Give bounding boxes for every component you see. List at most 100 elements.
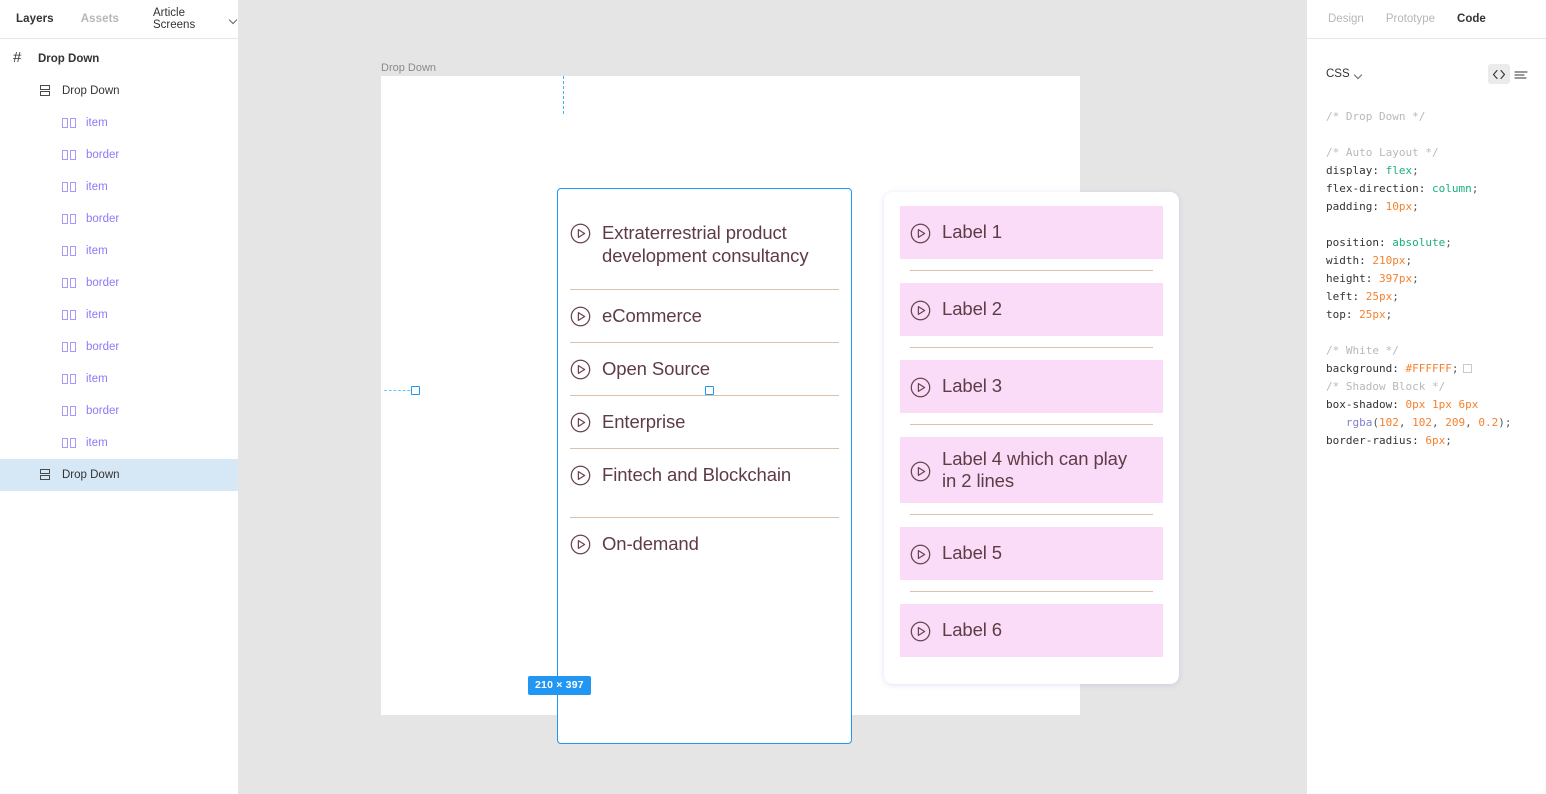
- tab-assets[interactable]: Assets: [81, 13, 119, 25]
- layer-row[interactable]: item: [0, 107, 238, 139]
- code-semicolon: ;: [1386, 308, 1393, 321]
- dropdown-item[interactable]: eCommerce: [558, 290, 851, 342]
- component-instance-icon: [62, 148, 76, 162]
- dropdown-item-label: Enterprise: [602, 410, 685, 434]
- layer-row[interactable]: item: [0, 299, 238, 331]
- dropdown-item-label: eCommerce: [602, 304, 702, 328]
- dropdown-item[interactable]: Enterprise: [558, 396, 851, 448]
- code-prop-display: display:: [1326, 164, 1379, 177]
- code-semicolon: ;: [1472, 182, 1479, 195]
- component-instance-icon: [62, 340, 76, 354]
- color-swatch[interactable]: [1463, 364, 1472, 373]
- tab-design[interactable]: Design: [1328, 13, 1364, 25]
- dropdown-item-separator: [900, 259, 1163, 283]
- dropdown-item[interactable]: On-demand: [558, 518, 851, 570]
- dropdown-card[interactable]: Extraterrestrial product development con…: [557, 188, 852, 744]
- right-panel-tabs: Design Prototype Code: [1307, 0, 1546, 39]
- code-paren: (: [1372, 416, 1379, 429]
- code-output[interactable]: /* Drop Down */ /* Auto Layout */ displa…: [1307, 94, 1546, 450]
- dropdown-item[interactable]: Label 6: [900, 604, 1163, 657]
- dropdown-item[interactable]: Extraterrestrial product development con…: [558, 199, 851, 289]
- code-semicolon: ;: [1412, 200, 1419, 213]
- selection-handle-right[interactable]: [705, 386, 714, 395]
- layer-row[interactable]: border: [0, 395, 238, 427]
- tab-code[interactable]: Code: [1457, 13, 1486, 25]
- code-value-rgba-r: 102: [1379, 416, 1399, 429]
- component-instance-icon: [62, 180, 76, 194]
- layer-row[interactable]: Drop Down: [0, 459, 238, 491]
- code-language-selector[interactable]: CSS: [1326, 68, 1364, 80]
- layer-row-label: item: [86, 309, 108, 321]
- chevron-down-icon: [230, 16, 238, 25]
- code-prop-top: top:: [1326, 308, 1353, 321]
- layer-row[interactable]: border: [0, 331, 238, 363]
- vertical-auto-layout-icon: [38, 468, 52, 482]
- dropdown-item[interactable]: Fintech and Blockchain: [558, 449, 851, 517]
- code-prop-left: left:: [1326, 290, 1359, 303]
- dropdown-item-label: Label 1: [942, 221, 1002, 244]
- layer-row[interactable]: Drop Down: [0, 75, 238, 107]
- layer-row-label: item: [86, 373, 108, 385]
- play-circle-icon: [570, 223, 591, 244]
- code-value-box-shadow-offsets: 0px 1px 6px: [1405, 398, 1478, 411]
- inspect-panel: Design Prototype Code CSS /* Drop Down *…: [1306, 0, 1546, 794]
- layer-row-label: item: [86, 437, 108, 449]
- layer-row[interactable]: border: [0, 203, 238, 235]
- play-circle-icon: [910, 544, 931, 565]
- code-comma: ,: [1399, 416, 1412, 429]
- code-value-rgba-b: 209: [1445, 416, 1465, 429]
- dropdown-item-label: Label 6: [942, 619, 1002, 642]
- tab-prototype[interactable]: Prototype: [1386, 13, 1435, 25]
- vertical-auto-layout-icon: [38, 84, 52, 98]
- frame-title[interactable]: Drop Down: [381, 62, 436, 74]
- code-prop-flex-direction: flex-direction:: [1326, 182, 1425, 195]
- play-circle-icon: [910, 461, 931, 482]
- layer-row-label: border: [86, 341, 119, 353]
- play-circle-icon: [570, 359, 591, 380]
- layer-row[interactable]: item: [0, 363, 238, 395]
- dropdown-item-separator: [900, 580, 1163, 604]
- dropdown-item[interactable]: Label 4 which can play in 2 lines: [900, 437, 1163, 503]
- layer-row-label: border: [86, 405, 119, 417]
- layer-row[interactable]: item: [0, 427, 238, 459]
- dropdown-card-pink[interactable]: Label 1 Label 2 Label 3 Label 4 which can p…: [884, 192, 1179, 684]
- code-value-top: 25px: [1359, 308, 1386, 321]
- dropdown-item-label: On-demand: [602, 532, 699, 556]
- layer-row[interactable]: item: [0, 235, 238, 267]
- code-value-position: absolute: [1392, 236, 1445, 249]
- dropdown-item[interactable]: Label 5: [900, 527, 1163, 580]
- code-value-background: #FFFFFF: [1405, 362, 1451, 375]
- component-instance-icon: [62, 244, 76, 258]
- code-value-width: 210px: [1372, 254, 1405, 267]
- code-value-rgba-fn: rgba: [1346, 416, 1373, 429]
- frame-icon: [14, 52, 28, 66]
- code-comma: ,: [1432, 416, 1445, 429]
- play-circle-icon: [910, 621, 931, 642]
- play-circle-icon: [570, 306, 591, 327]
- component-instance-icon: [62, 212, 76, 226]
- tab-layers[interactable]: Layers: [16, 13, 54, 25]
- layer-row[interactable]: Drop Down: [0, 43, 238, 75]
- canvas[interactable]: Drop Down Extraterrestrial product devel…: [239, 0, 1306, 794]
- component-instance-icon: [62, 308, 76, 322]
- figma-window: Layers Assets Article Screens Drop DownD…: [0, 0, 1546, 794]
- code-brackets-icon[interactable]: [1488, 64, 1510, 84]
- layer-row[interactable]: border: [0, 267, 238, 299]
- dropdown-item[interactable]: Label 2: [900, 283, 1163, 336]
- code-toolbar: CSS: [1307, 54, 1546, 94]
- vertical-guide: [563, 76, 564, 114]
- layer-row[interactable]: border: [0, 139, 238, 171]
- layer-row[interactable]: item: [0, 171, 238, 203]
- play-circle-icon: [570, 412, 591, 433]
- page-selector[interactable]: Article Screens: [153, 7, 238, 31]
- dropdown-item-separator: [900, 503, 1163, 527]
- code-semicolon: ;: [1406, 254, 1413, 267]
- code-paren: );: [1498, 416, 1511, 429]
- dropdown-item[interactable]: Label 1: [900, 206, 1163, 259]
- selection-handle-left[interactable]: [411, 386, 420, 395]
- play-circle-icon: [570, 465, 591, 486]
- code-semicolon: ;: [1412, 164, 1419, 177]
- code-prop-height: height:: [1326, 272, 1372, 285]
- dropdown-item[interactable]: Label 3: [900, 360, 1163, 413]
- list-lines-icon[interactable]: [1510, 64, 1532, 84]
